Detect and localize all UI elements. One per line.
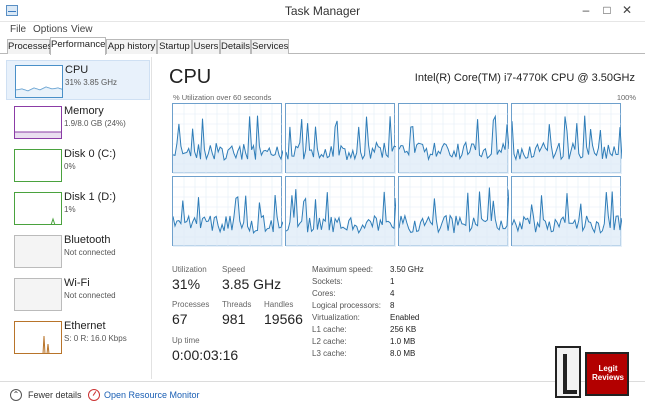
sidebar-item-disk-0[interactable]: Disk 0 (C:) 0% [6,145,150,185]
spec-sockets-key: Sockets: [312,277,343,286]
sidebar-item-detail: 0% [64,162,76,171]
spec-l3-cache-value: 8.0 MB [390,349,416,358]
close-button[interactable]: ✕ [616,3,638,18]
logical-processor-graph [511,103,622,174]
sidebar-item-detail: Not connected [64,291,116,300]
uptime-value: 0:00:03:16 [172,347,239,363]
disk-0-thumbnail-graph [14,149,62,182]
handles-value: 19566 [264,311,303,327]
logical-processor-graph [398,176,509,247]
spec-l2-cache-value: 1.0 MB [390,337,416,346]
utilization-graph-max: 100% [616,93,636,102]
cpu-model-name: Intel(R) Core(TM) i7-4770K CPU @ 3.50GHz [414,72,635,84]
utilization-label: Utilization [172,265,207,274]
logo-stripe [555,346,581,398]
spec-virtualization-key: Virtualization: [312,313,360,322]
logical-processor-graph [398,103,509,174]
spec-logical-processors-value: 8 [390,301,395,310]
sidebar-item-label: Disk 0 (C:) [64,148,116,160]
bluetooth-thumbnail-graph [14,235,62,268]
tab-strip: Processes Performance App history Startu… [0,37,645,55]
speed-value: 3.85 GHz [222,276,282,292]
fewer-details-link[interactable]: Fewer details [28,390,82,400]
spec-virtualization-value: Enabled [390,313,420,322]
speed-label: Speed [222,265,246,274]
spec-sockets-value: 1 [390,277,395,286]
sidebar-item-ethernet[interactable]: Ethernet S: 0 R: 16.0 Kbps [6,317,150,357]
resource-monitor-icon[interactable] [88,389,100,401]
sidebar-item-memory[interactable]: Memory 1.9/8.0 GB (24%) [6,102,150,142]
minimize-button[interactable]: – [575,3,597,18]
sidebar-item-label: Memory [64,105,104,117]
spec-logical-processors-key: Logical processors: [312,301,381,310]
tab-processes[interactable]: Processes [7,39,52,54]
open-resource-monitor-link[interactable]: Open Resource Monitor [104,390,200,400]
logical-processor-graph [511,176,622,247]
sidebar-item-label: CPU [65,64,89,76]
cpu-heading: CPU [169,66,212,88]
threads-value: 981 [222,311,246,327]
tab-performance[interactable]: Performance [50,37,106,55]
tab-users[interactable]: Users [192,39,220,54]
ethernet-thumbnail-graph [14,321,62,354]
threads-label: Threads [222,300,252,309]
utilization-graph-label: % Utilization over 60 seconds [173,93,272,102]
menu-view[interactable]: View [71,24,93,35]
window-title: Task Manager [284,4,361,18]
menu-options[interactable]: Options [33,24,67,35]
logo-l-mark [563,354,577,394]
spec-max-speed-key: Maximum speed: [312,265,373,274]
logical-processor-graph [285,176,396,247]
logical-processor-graph [172,103,283,174]
disk-1-thumbnail-graph [14,192,62,225]
sidebar-item-disk-1[interactable]: Disk 1 (D:) 1% [6,188,150,228]
sidebar-item-wifi[interactable]: Wi-Fi Not connected [6,274,150,314]
sidebar-item-label: Disk 1 (D:) [64,191,116,203]
spec-l2-cache-key: L2 cache: [312,337,347,346]
maximize-button[interactable]: □ [596,3,618,18]
chevron-up-icon[interactable]: ⌃ [10,389,22,401]
title-bar: Task Manager – □ ✕ [0,0,645,22]
spec-cores-key: Cores: [312,289,336,298]
processes-value: 67 [172,311,188,327]
sidebar-item-detail: 31% 3.85 GHz [65,78,118,87]
sidebar-item-label: Ethernet [64,320,106,332]
logo-text: Legit Reviews [591,364,625,382]
utilization-value: 31% [172,276,201,292]
sidebar-item-label: Bluetooth [64,234,111,246]
wifi-thumbnail-graph [14,278,62,311]
uptime-label: Up time [172,336,200,345]
cpu-detail-panel: CPU Intel(R) Core(TM) i7-4770K CPU @ 3.5… [160,57,640,379]
processes-label: Processes [172,300,210,309]
logical-processor-graph [285,103,396,174]
spec-l3-cache-key: L3 cache: [312,349,347,358]
sidebar-item-detail: S: 0 R: 16.0 Kbps [64,334,127,343]
logical-processor-graph [172,176,283,247]
resource-sidebar: CPU 31% 3.85 GHz Memory 1.9/8.0 GB (24%)… [0,57,152,379]
spec-l1-cache-key: L1 cache: [312,325,347,334]
sidebar-item-detail: Not connected [64,248,116,257]
tab-details[interactable]: Details [220,39,251,54]
tab-services[interactable]: Services [251,39,289,54]
sidebar-item-detail: 1.9/8.0 GB (24%) [64,119,126,128]
sidebar-item-label: Wi-Fi [64,277,90,289]
handles-label: Handles [264,300,294,309]
menu-file[interactable]: File [10,24,26,35]
cpu-thumbnail-graph [15,65,63,98]
tab-startup[interactable]: Startup [157,39,192,54]
spec-cores-value: 4 [390,289,395,298]
sidebar-item-bluetooth[interactable]: Bluetooth Not connected [6,231,150,271]
memory-thumbnail-graph [14,106,62,139]
sidebar-item-cpu[interactable]: CPU 31% 3.85 GHz [6,60,150,100]
sidebar-item-detail: 1% [64,205,76,214]
spec-max-speed-value: 3.50 GHz [390,265,424,274]
tab-app-history[interactable]: App history [106,39,157,54]
footer-bar: ⌃ Fewer details Open Resource Monitor [0,381,645,417]
spec-l1-cache-value: 256 KB [390,325,417,334]
menu-bar: File Options View [0,22,645,37]
legit-reviews-logo: Legit Reviews [555,346,633,398]
